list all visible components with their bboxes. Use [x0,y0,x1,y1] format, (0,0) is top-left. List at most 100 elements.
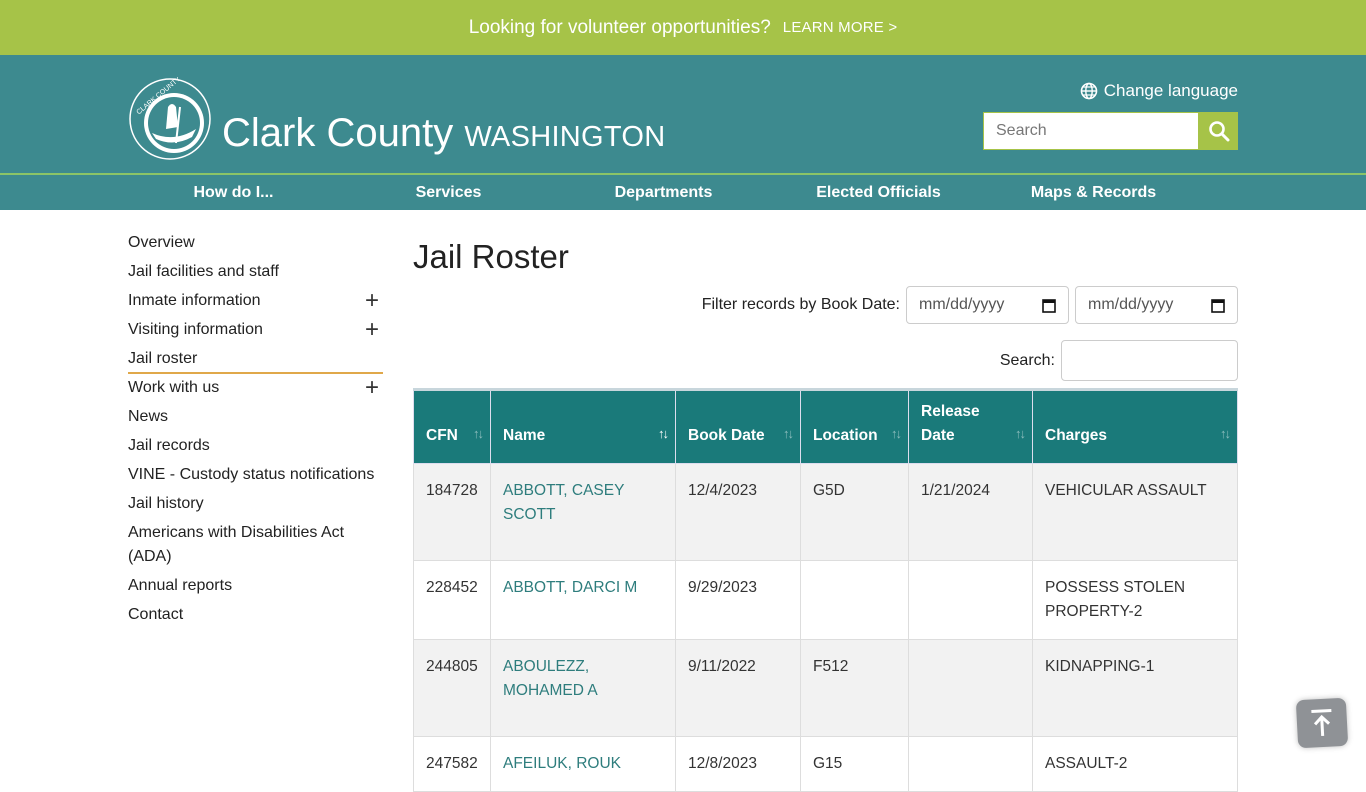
arrow-up-to-top-icon [1311,708,1332,737]
cell-charges: ASSAULT-2 [1032,736,1238,792]
site-search-input[interactable] [983,112,1199,150]
sort-icon: ↑↓ [891,426,902,441]
site-header: CLARK COUNTY Clark County WASHINGTON Cha… [0,55,1366,175]
site-search [983,112,1238,150]
cell-location: G5D [800,463,909,561]
cell-release-date [908,560,1033,640]
site-logo[interactable]: CLARK COUNTY Clark County WASHINGTON [128,77,666,161]
sidebar-item-jail-records[interactable]: Jail records [128,432,383,461]
sidebar-item-visiting-information[interactable]: Visiting information + [128,316,383,345]
inmate-name-link[interactable]: ABBOTT, CASEY SCOTT [503,482,624,523]
table-header-row: CFN ↑↓ Name ↑↓ Book Date ↑↓ Location ↑↓ Rele… [413,388,1238,464]
date-to-input[interactable]: mm/dd/yyyy [1075,286,1238,324]
cell-name: AFEILUK, ROUK [490,736,676,792]
main-nav: How do I... Services Departments Elected… [0,175,1366,210]
roster-table: CFN ↑↓ Name ↑↓ Book Date ↑↓ Location ↑↓ Rele… [413,388,1238,792]
nav-services[interactable]: Services [341,184,556,202]
sidebar-item-jail-history[interactable]: Jail history [128,490,383,519]
back-to-top-button[interactable] [1295,697,1349,749]
column-header-location[interactable]: Location ↑↓ [800,388,909,464]
date-to-placeholder: mm/dd/yyyy [1088,296,1174,313]
nav-elected-officials[interactable]: Elected Officials [771,184,986,202]
cell-location [800,560,909,640]
cell-charges: POSSESS STOLEN PROPERTY-2 [1032,560,1238,640]
column-header-book-date[interactable]: Book Date ↑↓ [675,388,801,464]
sidebar-item-inmate-information[interactable]: Inmate information + [128,287,383,316]
date-from-input[interactable]: mm/dd/yyyy [906,286,1069,324]
site-search-button[interactable] [1199,112,1238,150]
cell-book-date: 9/29/2023 [675,560,801,640]
table-row: 184728 ABBOTT, CASEY SCOTT 12/4/2023 G5D 1/2… [413,463,1238,561]
site-name: Clark County [222,111,454,155]
sidebar-item-jail-facilities-and-staff[interactable]: Jail facilities and staff [128,258,383,287]
column-header-charges[interactable]: Charges ↑↓ [1032,388,1238,464]
promo-message: Looking for volunteer opportunities? [468,16,771,38]
sidebar-item-news[interactable]: News [128,403,383,432]
cell-location: F512 [800,639,909,737]
expand-plus-icon[interactable]: + [365,318,379,342]
cell-charges: VEHICULAR ASSAULT [1032,463,1238,561]
sidebar-item-work-with-us[interactable]: Work with us + [128,374,383,403]
nav-maps-records[interactable]: Maps & Records [986,184,1201,202]
column-header-release-date[interactable]: Release Date ↑↓ [908,388,1033,464]
calendar-icon[interactable] [1042,298,1056,313]
cell-release-date [908,736,1033,792]
cell-cfn: 247582 [413,736,491,792]
county-seal-icon: CLARK COUNTY [129,77,211,160]
sidebar-item-annual-reports[interactable]: Annual reports [128,572,383,601]
change-language-button[interactable]: Change language [1080,81,1238,101]
sort-icon: ↑↓ [473,426,484,441]
column-header-name[interactable]: Name ↑↓ [490,388,676,464]
date-filter: Filter records by Book Date: mm/dd/yyyy … [413,286,1238,324]
column-header-cfn[interactable]: CFN ↑↓ [413,388,491,464]
expand-plus-icon[interactable]: + [365,376,379,400]
date-from-placeholder: mm/dd/yyyy [919,296,1005,313]
sidebar-item-label: Inmate information [128,292,261,309]
cell-cfn: 228452 [413,560,491,640]
globe-icon [1080,82,1098,100]
main-content: Jail Roster Filter records by Book Date:… [413,238,1238,792]
table-row: 244805 ABOULEZZ, MOHAMED A 9/11/2022 F512 KI… [413,639,1238,737]
cell-name: ABBOTT, DARCI M [490,560,676,640]
sidebar-item-label: Jail records [128,437,210,454]
table-row: 247582 AFEILUK, ROUK 12/8/2023 G15 ASSAULT-2 [413,736,1238,792]
filter-label: Filter records by Book Date: [701,296,900,313]
inmate-name-link[interactable]: AFEILUK, ROUK [503,755,621,772]
nav-departments[interactable]: Departments [556,184,771,202]
inmate-name-link[interactable]: ABBOTT, DARCI M [503,579,637,596]
sidebar-item-label: Contact [128,606,184,623]
sidebar-item-label: Annual reports [128,577,233,594]
cell-name: ABBOTT, CASEY SCOTT [490,463,676,561]
sort-icon: ↑↓ [1220,426,1231,441]
promo-banner: Looking for volunteer opportunities? LEA… [0,0,1366,55]
table-row: 228452 ABBOTT, DARCI M 9/29/2023 POSSESS ST… [413,560,1238,640]
sidebar-nav: Overview Jail facilities and staff Inmate … [128,229,383,630]
sort-icon: ↑↓ [1015,426,1026,441]
cell-cfn: 184728 [413,463,491,561]
page-title: Jail Roster [413,238,569,275]
learn-more-link[interactable]: LEARN MORE > [783,19,898,36]
sidebar-item-label: News [128,408,169,425]
sidebar-item-overview[interactable]: Overview [128,229,383,258]
cell-location: G15 [800,736,909,792]
calendar-icon[interactable] [1211,298,1225,313]
sidebar-item-americans-with-disabilities-act-ada[interactable]: Americans with Disabilities Act (ADA) [128,519,383,572]
expand-plus-icon[interactable]: + [365,289,379,313]
sidebar-item-label: Overview [128,234,195,251]
sidebar-item-vine-custody-status-notifications[interactable]: VINE - Custody status notifications [128,461,383,490]
sidebar-item-label: Jail facilities and staff [128,263,279,280]
cell-name: ABOULEZZ, MOHAMED A [490,639,676,737]
sidebar-item-jail-roster[interactable]: Jail roster [128,345,383,374]
sidebar-item-label: Visiting information [128,321,263,338]
cell-book-date: 12/4/2023 [675,463,801,561]
sidebar-item-label: Work with us [128,379,220,396]
table-search-input[interactable] [1061,340,1238,381]
cell-charges: KIDNAPPING-1 [1032,639,1238,737]
sidebar-item-label: Americans with Disabilities Act (ADA) [128,524,345,565]
inmate-name-link[interactable]: ABOULEZZ, MOHAMED A [503,658,598,699]
nav-how-do-i[interactable]: How do I... [126,184,341,202]
site-state: WASHINGTON [464,121,666,153]
sidebar-item-label: Jail roster [128,350,198,367]
cell-book-date: 9/11/2022 [675,639,801,737]
sidebar-item-contact[interactable]: Contact [128,601,383,630]
